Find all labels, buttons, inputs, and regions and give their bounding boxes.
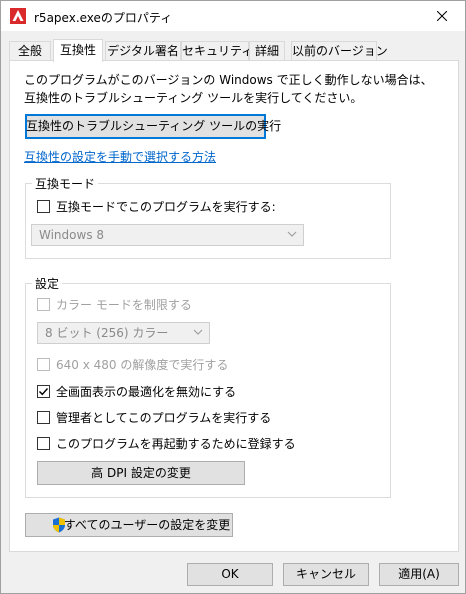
tab-details[interactable]: 詳細 xyxy=(249,41,285,61)
os-version-select[interactable]: Windows 8 xyxy=(31,224,304,246)
close-icon xyxy=(437,11,447,21)
apex-legends-icon xyxy=(10,8,26,24)
settings-group-label: 設定 xyxy=(32,275,63,292)
compatibility-mode-group: 互換モード 互換モードでこのプログラムを実行する: Windows 8 xyxy=(25,175,391,259)
reduced-color-mode-row: カラー モードを制限する xyxy=(37,297,237,313)
tab-strip: 全般 互換性 デジタル署名 セキュリティ 詳細 以前のバージョン xyxy=(9,39,459,62)
window-title: r5apex.exeのプロパティ xyxy=(34,11,173,25)
resolution-640-label: 640 x 480 の解像度で実行する xyxy=(56,358,229,372)
disable-fullscreen-optimizations-row[interactable]: 全画面表示の最適化を無効にする xyxy=(37,384,277,400)
apply-button[interactable]: 適用(A) xyxy=(379,563,459,586)
tab-general[interactable]: 全般 xyxy=(9,41,51,61)
cancel-button[interactable]: キャンセル xyxy=(283,563,369,586)
color-mode-select: 8 ビット (256) カラー xyxy=(37,322,210,344)
resolution-640-checkbox xyxy=(37,358,50,371)
checkmark-icon xyxy=(39,388,49,396)
tab-security[interactable]: セキュリティ xyxy=(181,41,253,61)
tab-digital-signatures[interactable]: デジタル署名 xyxy=(105,41,181,61)
change-high-dpi-settings-button[interactable]: 高 DPI 設定の変更 xyxy=(37,461,245,485)
compatibility-mode-checkbox-row[interactable]: 互換モードでこのプログラムを実行する: xyxy=(37,199,337,215)
settings-group: 設定 カラー モードを制限する 8 ビット (256) カラー 640 x 48… xyxy=(25,275,391,498)
run-as-admin-label: 管理者としてこのプログラムを実行する xyxy=(56,411,272,425)
disable-fullscreen-optimizations-label: 全画面表示の最適化を無効にする xyxy=(56,385,237,399)
disable-fullscreen-optimizations-checkbox[interactable] xyxy=(37,385,50,398)
run-as-admin-checkbox[interactable] xyxy=(37,411,50,424)
chevron-down-icon xyxy=(193,329,203,335)
compatibility-mode-group-label: 互換モード xyxy=(32,175,99,192)
properties-window: r5apex.exeのプロパティ 全般 互換性 デジタル署名 セキュリティ 詳細… xyxy=(0,0,466,594)
os-version-select-value: Windows 8 xyxy=(39,228,105,242)
close-button[interactable] xyxy=(419,1,465,31)
run-as-admin-row[interactable]: 管理者としてこのプログラムを実行する xyxy=(37,410,277,426)
change-settings-all-users-button[interactable]: すべてのユーザーの設定を変更 xyxy=(25,513,233,537)
tab-compatibility[interactable]: 互換性 xyxy=(53,39,103,62)
compatibility-description: このプログラムがこのバージョンの Windows で正しく動作しない場合は、互換… xyxy=(24,73,433,105)
manual-settings-link[interactable]: 互換性の設定を手動で選択する方法 xyxy=(24,148,216,165)
tab-previous-versions[interactable]: 以前のバージョン xyxy=(291,41,388,61)
register-restart-label: このプログラムを再起動するために登録する xyxy=(56,437,296,451)
compatibility-panel: このプログラムがこのバージョンの Windows で正しく動作しない場合は、互換… xyxy=(9,60,459,552)
register-restart-row[interactable]: このプログラムを再起動するために登録する xyxy=(37,436,297,452)
change-settings-all-users-label: すべてのユーザーの設定を変更 xyxy=(63,518,231,532)
compatibility-mode-checkbox-label: 互換モードでこのプログラムを実行する: xyxy=(56,200,276,214)
reduced-color-mode-label: カラー モードを制限する xyxy=(56,298,192,312)
color-mode-select-value: 8 ビット (256) カラー xyxy=(45,326,169,340)
compatibility-mode-checkbox[interactable] xyxy=(37,200,50,213)
register-restart-checkbox[interactable] xyxy=(37,437,50,450)
title-bar: r5apex.exeのプロパティ xyxy=(1,1,465,31)
resolution-640-row: 640 x 480 の解像度で実行する xyxy=(37,357,257,373)
run-troubleshooter-button[interactable]: 互換性のトラブルシューティング ツールの実行 xyxy=(25,114,281,139)
ok-button[interactable]: OK xyxy=(187,563,273,586)
reduced-color-mode-checkbox xyxy=(37,298,50,311)
chevron-down-icon xyxy=(287,231,297,237)
